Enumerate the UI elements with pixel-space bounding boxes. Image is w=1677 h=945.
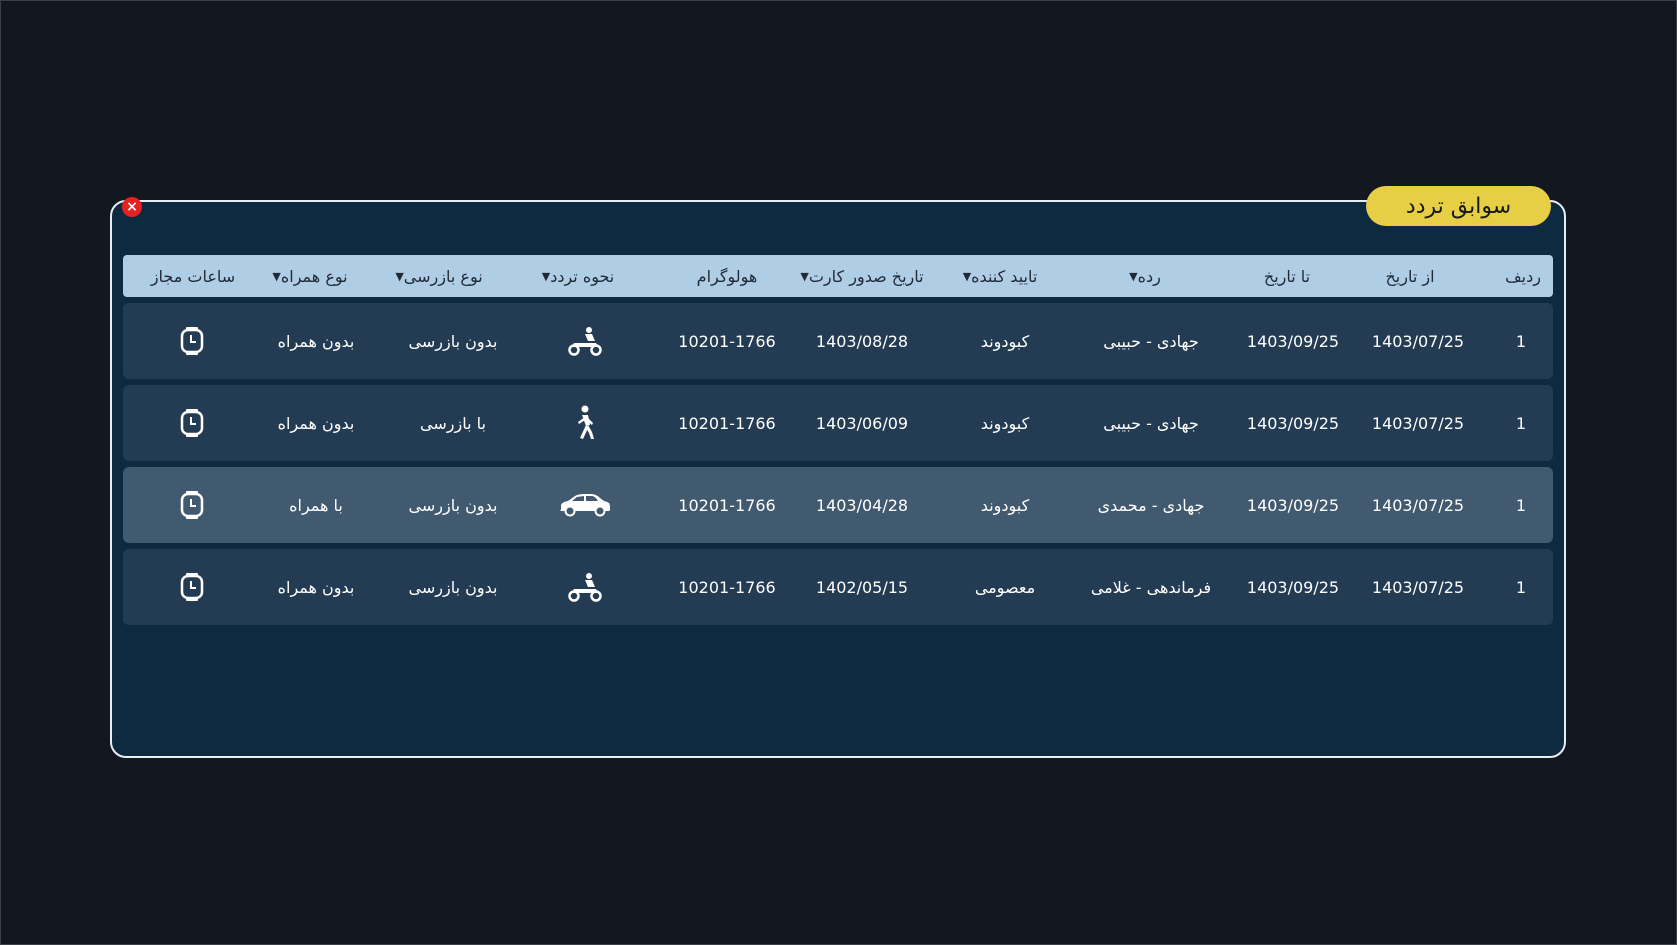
cell-rade: جهادی - محمدی — [1097, 495, 1205, 515]
cell-ta-tarikh: 1403/09/25 — [1246, 495, 1340, 515]
cell-radif: 1 — [1515, 577, 1527, 597]
header-noe-hamrah[interactable]: نوع همراه ▼ — [268, 255, 347, 297]
watch-icon[interactable] — [179, 549, 205, 625]
close-button[interactable]: × — [122, 197, 142, 217]
close-icon: × — [126, 199, 138, 215]
header-tayid[interactable]: تایید کننده ▼ — [959, 255, 1038, 297]
header-rade[interactable]: رده ▼ — [1125, 255, 1161, 297]
watch-icon[interactable] — [179, 385, 205, 461]
cell-noe-bazresi: با بازرسی — [420, 413, 486, 433]
dialog-title: سوابق تردد — [1366, 186, 1551, 226]
header-tarikh-sodoor[interactable]: تاریخ صدور کارت ▼ — [796, 255, 923, 297]
cell-hologram: 10201-1766 — [678, 495, 776, 515]
header-nahve[interactable]: نحوه تردد ▼ — [538, 255, 615, 297]
cell-rade: فرماندهی - غلامی — [1090, 577, 1212, 597]
cell-tarikh-sodoor: 1403/06/09 — [815, 413, 909, 433]
cell-az-tarikh: 1403/07/25 — [1371, 495, 1465, 515]
header-ta-tarikh: تا تاریخ — [1263, 266, 1311, 286]
cell-radif: 1 — [1515, 413, 1527, 433]
cell-az-tarikh: 1403/07/25 — [1371, 331, 1465, 351]
cell-hologram: 10201-1766 — [678, 577, 776, 597]
header-radif: ردیف — [1505, 266, 1541, 286]
cell-ta-tarikh: 1403/09/25 — [1246, 577, 1340, 597]
header-saat: ساعات مجاز — [150, 266, 236, 286]
table-header: ردیف از تاریخ تا تاریخ رده ▼ تایید کننده ▼… — [123, 255, 1553, 297]
filter-icon[interactable]: ▼ — [800, 270, 808, 283]
cell-noe-hamrah: با همراه — [289, 495, 343, 515]
filter-icon[interactable]: ▼ — [272, 270, 280, 283]
car-icon — [558, 467, 612, 543]
motorcycle-icon — [566, 549, 604, 625]
cell-noe-bazresi: بدون بازرسی — [408, 577, 498, 597]
cell-hologram: 10201-1766 — [678, 413, 776, 433]
cell-radif: 1 — [1515, 331, 1527, 351]
cell-hologram: 10201-1766 — [678, 331, 776, 351]
table-row[interactable]: 1 1403/07/25 1403/09/25 فرماندهی - غلامی… — [123, 549, 1553, 625]
cell-ta-tarikh: 1403/09/25 — [1246, 413, 1340, 433]
cell-tayid: کبودوند — [980, 331, 1030, 351]
cell-noe-hamrah: بدون همراه — [277, 577, 355, 597]
cell-az-tarikh: 1403/07/25 — [1371, 577, 1465, 597]
cell-noe-hamrah: بدون همراه — [277, 331, 355, 351]
filter-icon[interactable]: ▼ — [542, 270, 550, 283]
cell-radif: 1 — [1515, 495, 1527, 515]
cell-noe-hamrah: بدون همراه — [277, 413, 355, 433]
watch-icon[interactable] — [179, 467, 205, 543]
filter-icon[interactable]: ▼ — [1129, 270, 1137, 283]
watch-icon[interactable] — [179, 303, 205, 379]
filter-icon[interactable]: ▼ — [395, 270, 403, 283]
header-az-tarikh: از تاریخ — [1385, 266, 1435, 286]
cell-tarikh-sodoor: 1403/04/28 — [815, 495, 909, 515]
pedestrian-icon — [572, 385, 598, 461]
cell-tayid: کبودوند — [980, 495, 1030, 515]
cell-tayid: کبودوند — [980, 413, 1030, 433]
cell-tayid: معصومی — [974, 577, 1036, 597]
filter-icon[interactable]: ▼ — [963, 270, 971, 283]
motorcycle-icon — [566, 303, 604, 379]
cell-az-tarikh: 1403/07/25 — [1371, 413, 1465, 433]
records-table: ردیف از تاریخ تا تاریخ رده ▼ تایید کننده ▼… — [123, 255, 1553, 625]
header-noe-bazresi[interactable]: نوع بازرسی ▼ — [391, 255, 482, 297]
header-hologram: هولوگرام — [696, 266, 758, 286]
table-row[interactable]: 1 1403/07/25 1403/09/25 جهادی - حبیبی کب… — [123, 385, 1553, 461]
cell-rade: جهادی - حبیبی — [1103, 331, 1199, 351]
cell-noe-bazresi: بدون بازرسی — [408, 495, 498, 515]
cell-noe-bazresi: بدون بازرسی — [408, 331, 498, 351]
cell-tarikh-sodoor: 1403/08/28 — [815, 331, 909, 351]
cell-ta-tarikh: 1403/09/25 — [1246, 331, 1340, 351]
table-row[interactable]: 1 1403/07/25 1403/09/25 جهادی - حبیبی کب… — [123, 303, 1553, 379]
cell-rade: جهادی - حبیبی — [1103, 413, 1199, 433]
cell-tarikh-sodoor: 1402/05/15 — [815, 577, 909, 597]
table-row[interactable]: 1 1403/07/25 1403/09/25 جهادی - محمدی کب… — [123, 467, 1553, 543]
